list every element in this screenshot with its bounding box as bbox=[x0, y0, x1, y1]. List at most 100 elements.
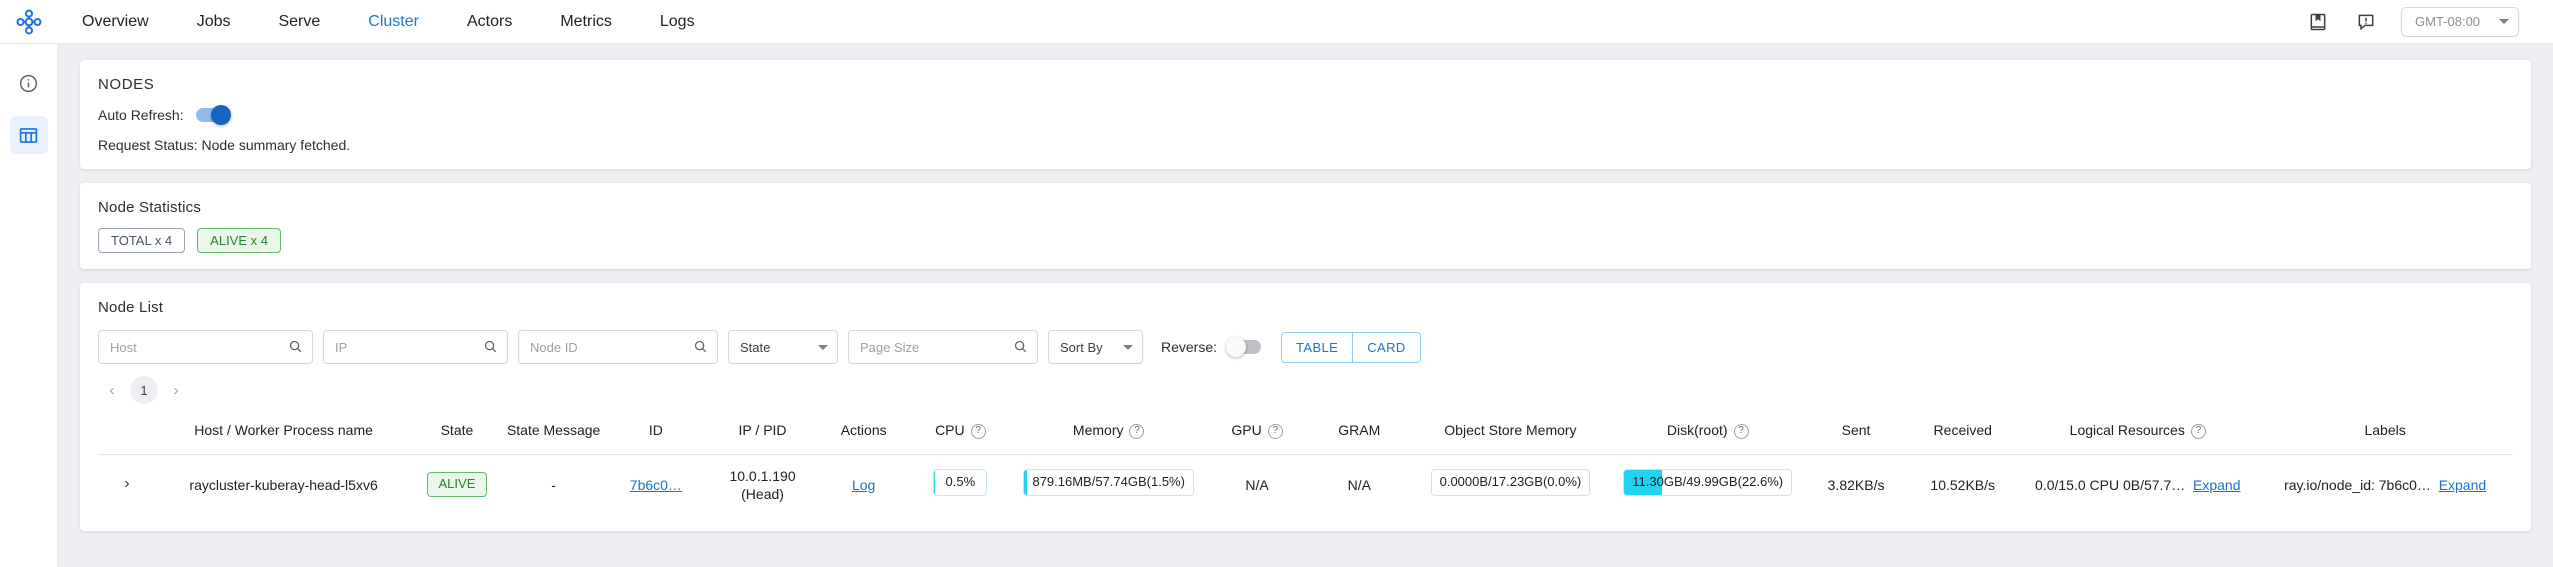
memory-progress: 879.16MB/57.74GB(1.5%) bbox=[1023, 469, 1194, 497]
object-store-progress: 0.0000B/17.23GB(0.0%) bbox=[1430, 469, 1591, 497]
cell-ip-pid: 10.0.1.190 (Head) bbox=[707, 454, 818, 515]
th-labels[interactable]: Labels bbox=[2257, 412, 2513, 455]
memory-value: 879.16MB/57.74GB(1.5%) bbox=[1032, 474, 1185, 490]
nav-link-serve[interactable]: Serve bbox=[254, 0, 344, 44]
reverse-label: Reverse: bbox=[1161, 339, 1218, 355]
nav-link-overview[interactable]: Overview bbox=[58, 0, 173, 44]
cell-state: ALIVE bbox=[411, 454, 502, 515]
help-icon[interactable]: ? bbox=[1733, 423, 1749, 439]
rail-item-info[interactable] bbox=[10, 64, 48, 102]
host-filter-input[interactable]: Host bbox=[98, 330, 313, 364]
chip-alive[interactable]: ALIVE x 4 bbox=[197, 228, 281, 253]
main-content: NODES Auto Refresh: Request Status: Node… bbox=[58, 44, 2553, 567]
nodes-card-title: NODES bbox=[98, 76, 155, 93]
search-icon bbox=[693, 339, 708, 357]
node-statistics-chips: TOTAL x 4 ALIVE x 4 bbox=[98, 228, 2513, 253]
rail-item-node-table[interactable] bbox=[9, 116, 48, 154]
node-list-title: Node List bbox=[98, 299, 164, 316]
host-filter-placeholder: Host bbox=[110, 339, 137, 355]
chevron-right-icon[interactable]: › bbox=[124, 475, 129, 492]
th-memory[interactable]: Memory? bbox=[1011, 412, 1206, 455]
book-icon[interactable] bbox=[2305, 9, 2331, 35]
auto-refresh-toggle[interactable] bbox=[195, 105, 231, 125]
nav-link-actors[interactable]: Actors bbox=[443, 0, 536, 44]
node-statistics-card: Node Statistics TOTAL x 4 ALIVE x 4 bbox=[80, 183, 2531, 269]
cell-host: raycluster-kuberay-head-l5xv6 bbox=[189, 476, 378, 493]
nav-link-cluster[interactable]: Cluster bbox=[344, 0, 443, 44]
nav-right-actions: GMT-08:00 bbox=[2305, 6, 2553, 37]
nav-links: Overview Jobs Serve Cluster Actors Metri… bbox=[58, 0, 719, 44]
pagination: ‹ 1 › bbox=[98, 376, 2513, 404]
pagination-prev-button[interactable]: ‹ bbox=[98, 376, 126, 404]
pagination-next-button[interactable]: › bbox=[162, 376, 190, 404]
labels-value: ray.io/node_id: 7b6c0… bbox=[2284, 476, 2431, 493]
object-store-value: 0.0000B/17.23GB(0.0%) bbox=[1439, 474, 1582, 490]
chevron-down-icon bbox=[818, 345, 828, 350]
node-id-link[interactable]: 7b6c0… bbox=[630, 477, 682, 493]
ray-logo-icon[interactable] bbox=[0, 7, 58, 37]
auto-refresh-label: Auto Refresh: bbox=[98, 107, 184, 123]
th-cpu[interactable]: CPU? bbox=[909, 412, 1012, 455]
th-actions[interactable]: Actions bbox=[818, 412, 910, 455]
pagination-page-1[interactable]: 1 bbox=[130, 376, 158, 404]
view-mode-card-button[interactable]: CARD bbox=[1352, 332, 1420, 362]
memory-progress-fill bbox=[1024, 470, 1027, 496]
ip-filter-input[interactable]: IP bbox=[323, 330, 508, 364]
state-filter-select[interactable]: State bbox=[728, 330, 838, 364]
node-id-filter-input[interactable]: Node ID bbox=[518, 330, 718, 364]
cell-memory: 879.16MB/57.74GB(1.5%) bbox=[1011, 454, 1205, 515]
left-rail bbox=[0, 44, 58, 567]
sort-by-select[interactable]: Sort By bbox=[1048, 330, 1143, 364]
th-logical-resources-label: Logical Resources bbox=[2069, 422, 2185, 438]
logical-resources-value: 0.0/15.0 CPU 0B/57.7… bbox=[2035, 476, 2186, 493]
node-role: (Head) bbox=[741, 485, 784, 502]
nav-link-metrics[interactable]: Metrics bbox=[536, 0, 636, 44]
help-icon[interactable]: ? bbox=[970, 423, 986, 439]
search-icon bbox=[1013, 339, 1028, 357]
chip-total[interactable]: TOTAL x 4 bbox=[98, 228, 186, 253]
th-ip-pid[interactable]: IP / PID bbox=[706, 412, 819, 455]
th-id[interactable]: ID bbox=[604, 412, 707, 455]
th-gpu[interactable]: GPU? bbox=[1205, 412, 1309, 455]
help-icon[interactable]: ? bbox=[1129, 423, 1145, 439]
th-state-message[interactable]: State Message bbox=[502, 412, 605, 455]
feedback-icon[interactable] bbox=[2353, 9, 2379, 35]
cell-object-store-memory: 0.0000B/17.23GB(0.0%) bbox=[1410, 454, 1610, 515]
cell-received: 10.52KB/s bbox=[1930, 476, 1996, 493]
th-received[interactable]: Received bbox=[1907, 412, 2019, 455]
log-link[interactable]: Log bbox=[852, 477, 875, 493]
cell-sent: 3.82KB/s bbox=[1827, 476, 1885, 493]
view-mode-segmented-control: TABLE CARD bbox=[1281, 331, 1421, 363]
help-icon[interactable]: ? bbox=[1267, 423, 1283, 439]
reverse-toggle[interactable] bbox=[1226, 337, 1262, 357]
th-gram[interactable]: GRAM bbox=[1308, 412, 1411, 455]
cell-actions: Log bbox=[818, 454, 909, 515]
th-sent[interactable]: Sent bbox=[1804, 412, 1908, 455]
table-header-row: Host / Worker Process name State State M… bbox=[98, 412, 2513, 455]
toggle-knob bbox=[1226, 337, 1247, 357]
nav-link-logs[interactable]: Logs bbox=[636, 0, 719, 44]
th-gpu-label: GPU bbox=[1231, 422, 1262, 438]
sort-by-label: Sort By bbox=[1060, 339, 1103, 355]
search-icon bbox=[288, 339, 303, 357]
cell-gpu: N/A bbox=[1245, 476, 1269, 493]
page-size-input[interactable]: Page Size bbox=[848, 330, 1038, 364]
search-icon bbox=[483, 339, 498, 357]
state-filter-label: State bbox=[740, 339, 771, 355]
th-host[interactable]: Host / Worker Process name bbox=[155, 412, 412, 455]
th-logical-resources[interactable]: Logical Resources? bbox=[2018, 412, 2258, 455]
node-id-filter-placeholder: Node ID bbox=[530, 339, 578, 355]
cpu-value: 0.5% bbox=[945, 474, 976, 490]
cell-id: 7b6c0… bbox=[605, 454, 707, 515]
logical-resources-expand-link[interactable]: Expand bbox=[2193, 477, 2240, 493]
view-mode-table-button[interactable]: TABLE bbox=[1282, 332, 1353, 362]
nav-link-jobs[interactable]: Jobs bbox=[173, 0, 255, 44]
labels-expand-link[interactable]: Expand bbox=[2439, 477, 2486, 493]
th-state[interactable]: State bbox=[411, 412, 503, 455]
node-ip: 10.0.1.190 bbox=[729, 467, 796, 484]
timezone-select[interactable]: GMT-08:00 bbox=[2401, 6, 2519, 37]
th-object-store-memory[interactable]: Object Store Memory bbox=[1410, 412, 1611, 455]
th-disk-root[interactable]: Disk(root)? bbox=[1610, 412, 1805, 455]
help-icon[interactable]: ? bbox=[2190, 423, 2206, 439]
ip-filter-placeholder: IP bbox=[335, 339, 348, 355]
